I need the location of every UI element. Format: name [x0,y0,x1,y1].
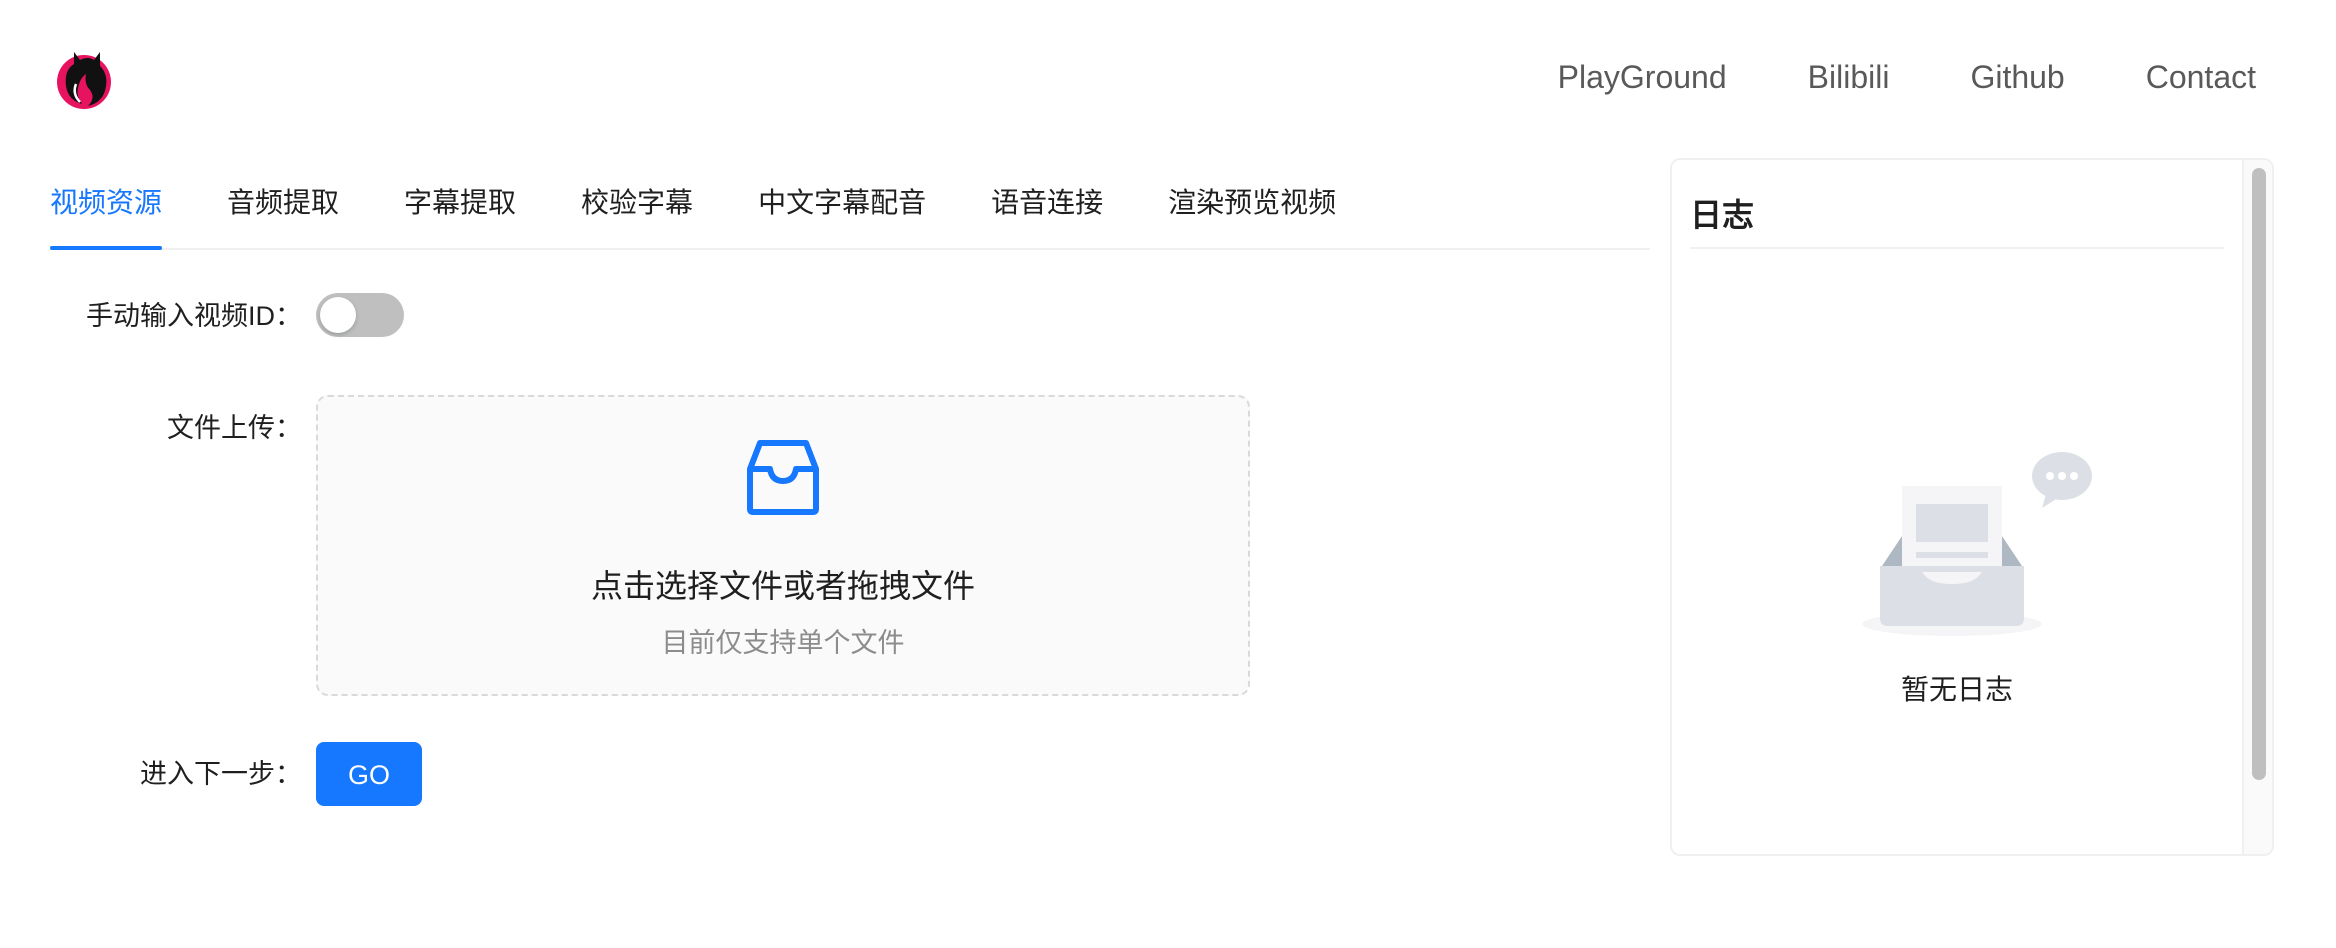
upload-title: 点击选择文件或者拖拽文件 [590,568,975,604]
tab-verify-subtitle[interactable]: 校验字幕 [581,160,693,248]
tab-render-preview[interactable]: 渲染预览视频 [1168,160,1336,248]
step-tabs: 视频资源 音频提取 字幕提取 校验字幕 中文字幕配音 语音连接 渲染预览视频 [50,160,1650,250]
cat-logo-icon[interactable] [54,44,114,110]
scrollbar-thumb[interactable] [2252,168,2266,780]
header: PlayGround Bilibili Github Contact [0,0,2336,150]
manual-id-switch[interactable] [316,293,404,337]
tab-subtitle-extract[interactable]: 字幕提取 [404,160,516,248]
manual-id-label: 手动输入视频ID： [86,301,302,331]
nav-contact[interactable]: Contact [2146,52,2256,102]
top-nav: PlayGround Bilibili Github Contact [1477,52,2256,102]
nav-github[interactable]: Github [1970,52,2064,102]
tab-audio-extract[interactable]: 音频提取 [227,160,339,248]
main-content: 视频资源 音频提取 字幕提取 校验字幕 中文字幕配音 语音连接 渲染预览视频 手… [50,160,1650,860]
upload-label: 文件上传： [167,413,302,443]
log-scrollbar[interactable] [2242,160,2272,854]
log-divider [1690,247,2224,249]
tab-voice-concat[interactable]: 语音连接 [991,160,1103,248]
tab-video-source[interactable]: 视频资源 [50,160,163,250]
upload-hint: 目前仅支持单个文件 [661,628,905,658]
log-title: 日志 [1690,197,1755,233]
inbox-icon [747,440,819,515]
next-step-label: 进入下一步： [140,759,302,789]
nav-playground[interactable]: PlayGround [1558,52,1727,102]
file-dropzone[interactable]: 点击选择文件或者拖拽文件 目前仅支持单个文件 [316,395,1250,696]
log-panel: 日志 暂无日志 [1670,158,2274,856]
go-button[interactable]: GO [316,742,422,806]
tab-chinese-dubbing[interactable]: 中文字幕配音 [758,160,926,248]
switch-knob [320,297,356,333]
empty-log-text: 暂无日志 [1900,674,2013,705]
nav-bilibili[interactable]: Bilibili [1808,52,1890,102]
empty-inbox-icon [1862,452,2092,636]
